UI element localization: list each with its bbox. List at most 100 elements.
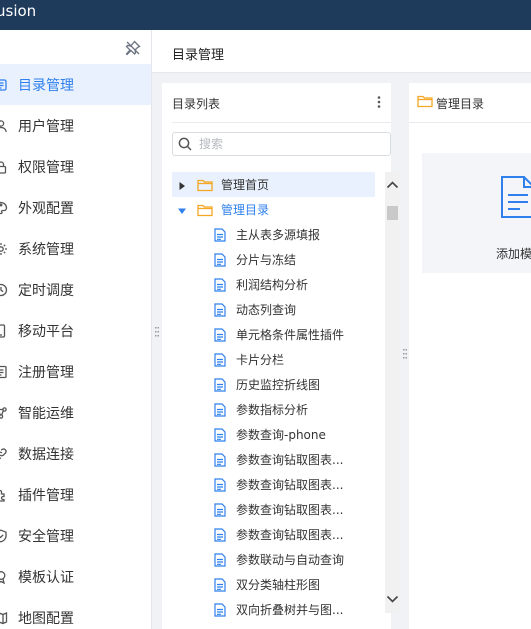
sidebar-item-label: 用户管理 [18,118,74,135]
add-template-icon [498,173,531,221]
tree-report-row[interactable]: 参数查询钻取图表... [172,497,375,522]
report-file-icon [214,577,226,592]
folder-icon [417,94,433,108]
sidebar-item-0[interactable]: 目录管理 [0,64,151,105]
report-file-icon [214,602,226,617]
tree-report-row[interactable]: 单元格条件属性插件 [172,322,375,347]
tree-scrollbar[interactable] [385,172,400,613]
system-gear-icon [0,242,8,256]
tree-item-label: 管理首页 [221,178,270,192]
scroll-up-icon[interactable] [386,178,399,189]
map-icon [0,611,8,625]
tree-item-label: 利润结构分析 [236,278,309,292]
page-title: 目录管理 [172,48,225,63]
search-box[interactable] [172,132,391,156]
tree-report-row[interactable]: 双向折叠树并与图... [172,597,375,622]
tree-report-row[interactable]: 参数指标分析 [172,397,375,422]
tree-report-row[interactable]: 参数联动与自动查询 [172,547,375,572]
folder-icon [197,178,213,192]
tree-report-row[interactable]: 参数查询钻取图表... [172,447,375,472]
add-template-card[interactable]: 添加模 [422,153,531,273]
report-file-icon [214,502,226,517]
tree-item-label: 动态列查询 [236,303,297,317]
sidebar-item-label: 安全管理 [18,528,74,545]
tree-item-label: 卡片分栏 [236,353,285,367]
tree-report-row[interactable]: 卡片分栏 [172,347,375,372]
tree-item-label: 单元格条件属性插件 [236,328,345,342]
tree-item-label: 参数查询-phone [236,428,326,442]
sidebar-item-12[interactable]: 模板认证 [0,556,151,597]
sidebar-item-label: 系统管理 [18,241,74,258]
catalog-tree: 管理首页管理目录 主从表多源填报分片与冻结利润结构分析 动态列查询单元格条件属性插件… [172,172,375,629]
catalog-list-title: 目录列表 [172,97,221,111]
scroll-down-icon[interactable] [386,593,399,603]
tree-report-row[interactable]: 双分类轴柱形图 [172,572,375,597]
appearance-icon [0,201,8,215]
tree-report-row[interactable]: 参数查询-phone [172,422,375,447]
permission-icon [0,160,8,174]
report-file-icon [214,377,226,392]
report-file-icon [214,477,226,492]
tree-folder-row[interactable]: 管理目录 [172,197,375,222]
caret-down-icon[interactable] [177,205,187,215]
sidebar-item-label: 定时调度 [18,282,74,299]
sidebar-item-4[interactable]: 系统管理 [0,228,151,269]
sidebar-item-8[interactable]: 智能运维 [0,392,151,433]
sidebar-item-6[interactable]: 移动平台 [0,310,151,351]
tree-report-row[interactable]: 参数查询钻取图表... [172,472,375,497]
more-options-icon[interactable] [373,95,385,109]
report-file-icon [214,277,226,292]
plugin-icon [0,488,8,502]
tree-report-row[interactable]: 利润结构分析 [172,272,375,297]
sidebar-item-1[interactable]: 用户管理 [0,105,151,146]
sidebar-item-10[interactable]: 插件管理 [0,474,151,515]
tree-report-row[interactable]: 分片与冻结 [172,247,375,272]
sidebar-item-5[interactable]: 定时调度 [0,269,151,310]
tree-report-row[interactable]: 主从表多源填报 [172,222,375,247]
tree-item-label: 分片与冻结 [236,253,297,267]
sidebar-item-2[interactable]: 权限管理 [0,146,151,187]
report-file-icon [214,352,226,367]
report-file-icon [214,327,226,342]
sidebar-item-label: 智能运维 [18,405,74,422]
mobile-icon [0,323,8,338]
tree-item-label: 参数查询钻取图表... [236,453,344,467]
sidebar-item-label: 注册管理 [18,364,74,381]
sidebar-item-13[interactable]: 地图配置 [0,597,151,629]
sidebar-item-label: 数据连接 [18,446,74,463]
scroll-thumb[interactable] [387,206,398,220]
sidebar-item-7[interactable]: 注册管理 [0,351,151,392]
tree-item-label: 参数指标分析 [236,403,309,417]
resize-handle-left[interactable] [155,326,159,340]
catalog-icon [0,78,8,92]
tree-folder-row[interactable]: 管理首页 [172,172,375,197]
report-file-icon [214,552,226,567]
tree-item-label: 参数联动与自动查询 [236,553,345,567]
catalog-detail-panel: 管理目录 添加模 [409,83,531,629]
report-file-icon [214,402,226,417]
sidebar-item-9[interactable]: 数据连接 [0,433,151,474]
resize-handle-right[interactable] [403,348,407,362]
sidebar-item-3[interactable]: 外观配置 [0,187,151,228]
link-icon [0,447,8,461]
tree-item-label: 双分类轴柱形图 [236,578,321,592]
template-auth-icon [0,570,8,584]
tree-report-row[interactable]: 动态列查询 [172,297,375,322]
report-file-icon [214,452,226,467]
report-file-icon [214,302,226,317]
pin-icon[interactable] [125,40,141,56]
sidebar-item-label: 权限管理 [18,159,74,176]
panel-divider [409,122,531,123]
tree-report-row[interactable]: 历史监控折线图 [172,372,375,397]
sidebar-item-11[interactable]: 安全管理 [0,515,151,556]
register-icon [0,365,8,379]
search-input[interactable] [199,135,384,153]
caret-right-icon[interactable] [177,180,187,190]
detail-panel-title: 管理目录 [436,97,485,111]
tree-report-row[interactable]: 参数查询钻取图表... [172,522,375,547]
tree-item-label: 历史监控折线图 [236,378,321,392]
sidebar-item-label: 插件管理 [18,487,74,504]
ops-icon [0,406,8,420]
app-title: usion [0,2,37,20]
tree-item-label: 参数查询钻取图表... [236,503,344,517]
